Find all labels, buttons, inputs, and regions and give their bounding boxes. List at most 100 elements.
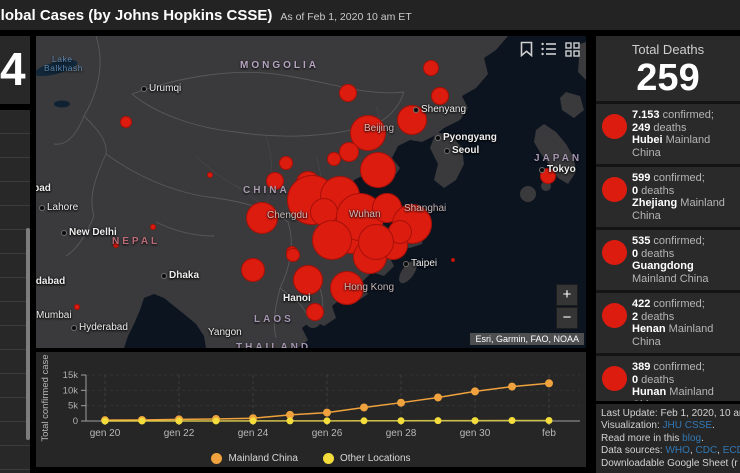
city-name: Lahore [47, 202, 79, 213]
other-locations-dot-icon [322, 453, 334, 464]
legend-item-mainland[interactable]: Mainland China [211, 453, 298, 464]
info-link[interactable]: ECDC [723, 445, 740, 456]
city-marker-icon [414, 107, 418, 112]
svg-text:5k: 5k [68, 401, 78, 412]
deaths-suffix: deaths [638, 373, 675, 386]
region-country: Mainland China [632, 272, 709, 285]
case-bubble-icon [602, 177, 627, 202]
confirmed-suffix: confirmed; [650, 361, 705, 373]
map-city-label: Yangon [208, 327, 242, 338]
region-list-item[interactable]: 7.153 confirmed; 249 deaths Hubei Mainla… [596, 104, 740, 167]
case-bubble[interactable] [360, 152, 396, 188]
case-bubble[interactable] [423, 60, 439, 76]
region-name: Hunan [632, 386, 667, 398]
zoom-controls: + − [556, 284, 578, 329]
region-list-item[interactable]: 422 confirmed; 2 deaths Henan Mainland C… [596, 293, 740, 356]
region-list-item[interactable]: 599 confirmed; 0 deaths Zhejiang Mainlan… [596, 167, 740, 230]
mainland-china-dot-icon [211, 453, 223, 464]
city-name: Wuhan [349, 209, 381, 220]
map-city-label: Taipei [404, 258, 437, 269]
case-bubble[interactable] [207, 172, 213, 178]
info-link[interactable]: blog [682, 433, 701, 444]
city-name: Hyderabad [79, 322, 128, 333]
city-name: Seoul [452, 145, 480, 156]
city-name: Shenyang [421, 104, 467, 115]
region-list-item[interactable]: 535 confirmed; 0 deaths Guangdong Mainla… [596, 230, 740, 293]
bookmark-icon[interactable] [520, 41, 533, 57]
city-name: Dhaka [169, 270, 200, 281]
info-text: . [701, 432, 704, 444]
map-city-label: Mumbai [36, 310, 72, 321]
info-line: Downloadable Google Sheet (r [601, 458, 740, 471]
city-name: Tokyo [547, 164, 576, 175]
map-city-label: Beijing [364, 123, 394, 134]
region-name: Zhejiang [632, 197, 678, 209]
info-link[interactable]: CDC [696, 445, 718, 456]
map-city-label: Shenyang [414, 104, 466, 115]
case-bubble[interactable] [358, 224, 394, 260]
confirmed-suffix: confirmed; [650, 172, 705, 184]
svg-text:0: 0 [73, 416, 78, 427]
case-bubble[interactable] [279, 156, 293, 170]
city-marker-icon [445, 148, 449, 153]
basemap-grid-icon[interactable] [565, 41, 580, 57]
svg-text:gen 22: gen 22 [164, 428, 195, 439]
map-country-label: THAILAND [236, 342, 312, 348]
city-name: Taipei [411, 258, 438, 269]
legend-label: Mainland China [228, 453, 298, 464]
city-marker-icon [540, 167, 544, 172]
case-bubble[interactable] [293, 265, 323, 295]
scrollbar[interactable] [26, 228, 30, 440]
info-text: Downloadable Google Sheet (r [601, 457, 738, 469]
map-city-label: Ahmedabad [36, 276, 65, 287]
chart-legend: Mainland China Other Locations [36, 453, 586, 464]
case-bubble[interactable] [120, 116, 132, 128]
map-city-label: Urumqi [142, 83, 181, 94]
city-name: Chengdu [267, 210, 308, 221]
info-text: Last Update: Feb 1, 2020, 10 am [601, 407, 740, 419]
case-bubble[interactable] [339, 84, 357, 102]
case-bubble[interactable] [312, 220, 352, 260]
svg-text:15k: 15k [63, 370, 79, 381]
case-bubble[interactable] [286, 248, 300, 262]
region-name: Henan [632, 323, 666, 335]
legend-list-icon[interactable] [541, 42, 557, 56]
legend-item-other[interactable]: Other Locations [322, 453, 411, 464]
case-bubble[interactable] [74, 304, 80, 310]
info-link[interactable]: JHU CSSE [663, 420, 712, 431]
map-city-label: Shanghai [404, 203, 446, 214]
left-region-list-clipped[interactable] [0, 110, 30, 473]
city-name: Mumbai [36, 310, 72, 321]
zoom-in-button[interactable]: + [556, 284, 578, 306]
total-deaths-value: 259 [636, 57, 700, 99]
region-name: Guangdong [632, 260, 694, 272]
case-bubble[interactable] [451, 258, 455, 262]
case-bubble[interactable] [339, 142, 359, 162]
map-city-label: Wuhan [349, 209, 381, 220]
region-confirmed: 389 [632, 361, 651, 373]
case-bubble[interactable] [150, 224, 156, 230]
city-name: Yangon [208, 327, 242, 338]
map-panel[interactable]: MONGOLIA CHINA NEPAL JAPAN LAOS THAILAND Lake B… [36, 36, 586, 348]
map-city-label: Hong Kong [344, 282, 394, 293]
map-toolbar [520, 41, 580, 57]
case-bubble[interactable] [241, 258, 265, 282]
svg-text:gen 26: gen 26 [312, 428, 343, 439]
timeline-chart-panel: 0 5k 10k 15k gen 20 gen 22 gen 24 gen 26 gen 28 g… [36, 352, 586, 467]
city-marker-icon [72, 325, 76, 330]
total-confirmed-panel-clipped: 4 [0, 36, 30, 104]
city-marker-icon [162, 273, 166, 278]
svg-text:feb: feb [542, 428, 556, 439]
confirmed-suffix: confirmed; [650, 298, 705, 310]
info-panel: Last Update: Feb 1, 2020, 10 am Visualiza… [596, 400, 740, 473]
zoom-out-button[interactable]: − [556, 307, 578, 329]
city-name: Pyongyang [443, 132, 497, 143]
map-city-label: Pyongyang [436, 132, 497, 143]
map-city-label: Seoul [445, 145, 479, 156]
info-line: Last Update: Feb 1, 2020, 10 am [601, 408, 740, 421]
region-confirmed: 535 [632, 235, 651, 247]
case-bubble[interactable] [431, 87, 449, 105]
info-link[interactable]: WHO [665, 445, 689, 456]
case-bubble[interactable] [306, 303, 324, 321]
city-marker-icon [142, 86, 146, 91]
